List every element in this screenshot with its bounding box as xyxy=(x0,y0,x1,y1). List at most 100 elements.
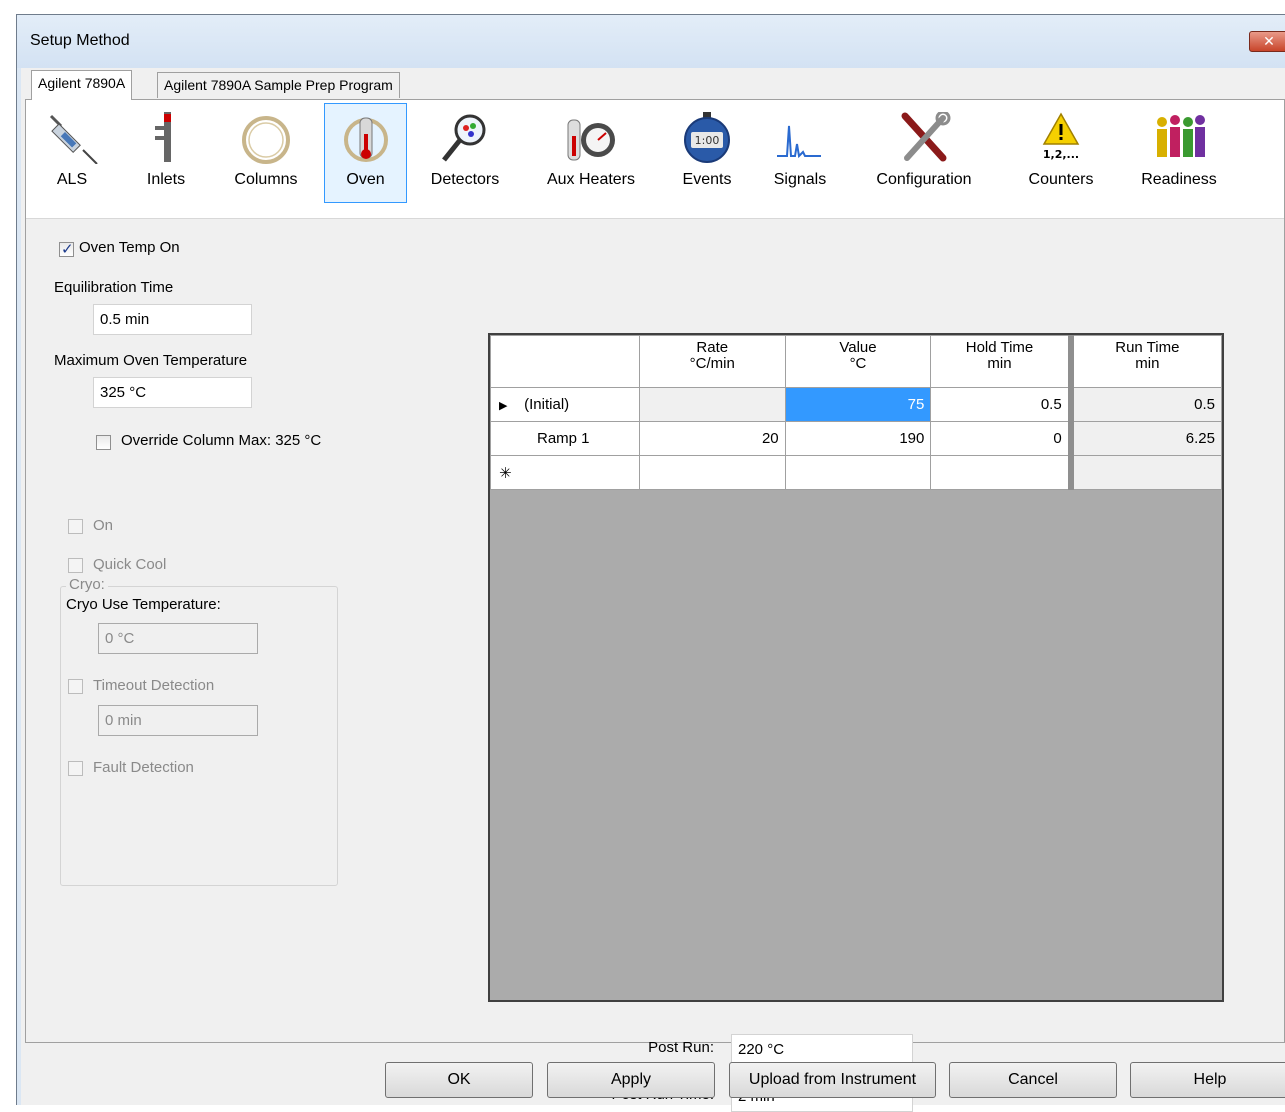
new-row-icon: ✳ xyxy=(499,464,512,482)
table-row[interactable]: ▶ (Initial) 75 0.5 0.5 xyxy=(490,387,1222,422)
table-row[interactable]: Ramp 1 20 190 0 6.25 xyxy=(490,421,1222,456)
title-bar[interactable]: Setup Method ✕ xyxy=(17,15,1285,68)
header-line1: Value xyxy=(839,339,877,356)
cryo-group-label: Cryo: xyxy=(66,576,108,593)
toolbar-signals-button[interactable]: Signals xyxy=(760,103,840,203)
table-row-new[interactable]: ✳ xyxy=(490,455,1222,490)
override-column-max-label: Override Column Max: 325 °C xyxy=(121,432,322,449)
warning-counter-icon: 1,2,... xyxy=(1042,112,1080,161)
toolbar-inlets-button[interactable]: Inlets xyxy=(121,103,211,203)
header-line1: Hold Time xyxy=(965,339,1034,356)
timeout-detection-checkbox[interactable] xyxy=(68,679,83,694)
counter-text: 1,2,... xyxy=(1043,148,1079,161)
toolbar-label: Readiness xyxy=(1141,171,1217,188)
upload-from-instrument-button[interactable]: Upload from Instrument xyxy=(729,1062,936,1098)
run-time-header[interactable]: Run Time min xyxy=(1067,335,1222,388)
row-label: Ramp 1 xyxy=(537,430,590,447)
syringe-icon xyxy=(49,114,98,164)
rate-cell[interactable]: 20 xyxy=(638,421,786,456)
rate-cell[interactable] xyxy=(638,455,786,490)
toolbar-events-button[interactable]: 1:00 Events xyxy=(666,103,748,203)
fault-detection-checkbox[interactable] xyxy=(68,761,83,776)
toolbar-configuration-button[interactable]: Configuration xyxy=(856,103,992,203)
oven-temp-on-label: Oven Temp On xyxy=(79,239,180,256)
ramp-table: Rate °C/min Value °C Hold Time min Run Time… xyxy=(490,335,1222,490)
stopwatch-text: 1:00 xyxy=(695,134,720,147)
tab-sample-prep-program[interactable]: Agilent 7890A Sample Prep Program xyxy=(157,72,400,98)
toolbar-label: Events xyxy=(682,171,732,188)
value-cell[interactable]: 75 xyxy=(784,387,932,422)
max-oven-temp-input[interactable]: 325 °C xyxy=(93,377,252,408)
toolbar-label: Columns xyxy=(234,171,298,188)
oven-temp-on-checkbox[interactable] xyxy=(59,240,74,258)
timeout-detection-input[interactable]: 0 min xyxy=(98,705,258,736)
toolbar-detectors-button[interactable]: Detectors xyxy=(420,103,510,203)
cryo-on-checkbox[interactable] xyxy=(68,519,83,534)
toolbar-label: ALS xyxy=(56,171,88,188)
column-coil-icon xyxy=(242,116,290,164)
equilibration-time-label: Equilibration Time xyxy=(54,279,174,296)
ramp-table-header: Rate °C/min Value °C Hold Time min Run Time… xyxy=(490,335,1222,388)
header-line1: Run Time xyxy=(1115,339,1180,356)
current-row-indicator: ▶ xyxy=(499,400,508,412)
header-line1: Rate xyxy=(696,339,729,356)
hold-time-header[interactable]: Hold Time min xyxy=(930,335,1072,388)
window-title: Setup Method xyxy=(30,32,130,49)
override-column-max-checkbox[interactable] xyxy=(96,435,111,450)
toolbar-counters-button[interactable]: 1,2,... Counters xyxy=(1016,103,1106,203)
toolbar-als-button[interactable]: ALS xyxy=(30,103,114,203)
hold-time-cell[interactable] xyxy=(930,455,1072,490)
toolbar-readiness-button[interactable]: Readiness xyxy=(1126,103,1232,203)
value-cell[interactable] xyxy=(784,455,932,490)
ok-button[interactable]: OK xyxy=(385,1062,533,1098)
value-header[interactable]: Value °C xyxy=(784,335,932,388)
oven-thermometer-icon xyxy=(343,117,388,162)
apply-button[interactable]: Apply xyxy=(547,1062,715,1098)
tab-panel: ALS Inlets Columns Oven Detectors Aux He… xyxy=(25,99,1285,1112)
hold-time-cell[interactable]: 0 xyxy=(930,421,1072,456)
hold-time-cell[interactable]: 0.5 xyxy=(930,387,1072,422)
cryo-use-temp-input[interactable]: 0 °C xyxy=(98,623,258,654)
close-button[interactable]: ✕ xyxy=(1249,31,1285,52)
equilibration-time-input[interactable]: 0.5 min xyxy=(93,304,252,335)
row-header[interactable]: Ramp 1 xyxy=(490,421,640,456)
corner-header xyxy=(490,335,640,388)
toolbar-label: Configuration xyxy=(876,171,972,188)
row-header[interactable]: ▶ (Initial) xyxy=(490,387,640,422)
oven-ramp-grid: Rate °C/min Value °C Hold Time min Run Time… xyxy=(488,333,1224,1002)
header-line2: min xyxy=(987,355,1012,372)
quick-cool-label: Quick Cool xyxy=(93,556,167,573)
header-line2: min xyxy=(1135,355,1160,372)
row-header[interactable]: ✳ xyxy=(490,455,640,490)
toolbar-label: Inlets xyxy=(146,171,186,188)
toolbar-columns-button[interactable]: Columns xyxy=(218,103,314,203)
toolbar-label: Oven xyxy=(346,171,385,188)
wrench-screwdriver-icon xyxy=(901,112,951,162)
dialog-client-area: Agilent 7890A Agilent 7890A Sample Prep … xyxy=(21,68,1285,1112)
cryo-on-label: On xyxy=(93,517,114,534)
row-label: (Initial) xyxy=(524,396,570,413)
stopwatch-icon: 1:00 xyxy=(684,112,730,163)
toolbar-label: Counters xyxy=(1028,171,1094,188)
toolbar-oven-button[interactable]: Oven xyxy=(324,103,407,203)
header-line2: °C/min xyxy=(689,355,735,372)
help-button[interactable]: Help xyxy=(1130,1062,1285,1098)
setup-method-window: Setup Method ✕ Agilent 7890A Agilent 789… xyxy=(16,14,1285,1112)
detector-magnifier-icon xyxy=(442,114,486,162)
oven-settings-panel: Oven Temp On Equilibration Time 0.5 min … xyxy=(26,219,1284,1112)
post-run-label: Post Run: xyxy=(648,1039,714,1056)
run-time-cell: 0.5 xyxy=(1067,387,1222,422)
tab-agilent-7890a[interactable]: Agilent 7890A xyxy=(31,70,133,100)
toolbar-label: Signals xyxy=(773,171,827,188)
timeout-detection-label: Timeout Detection xyxy=(93,677,215,694)
rate-header[interactable]: Rate °C/min xyxy=(638,335,786,388)
quick-cool-checkbox[interactable] xyxy=(68,558,83,573)
value-cell[interactable]: 190 xyxy=(784,421,932,456)
people-readiness-icon xyxy=(1157,115,1205,157)
run-time-cell xyxy=(1067,455,1222,490)
header-line2: °C xyxy=(849,355,867,372)
post-run-input[interactable]: 220 °C xyxy=(731,1034,913,1065)
toolbar-aux-heaters-button[interactable]: Aux Heaters xyxy=(532,103,650,203)
cancel-button[interactable]: Cancel xyxy=(949,1062,1117,1098)
module-toolbar: ALS Inlets Columns Oven Detectors Aux He… xyxy=(26,100,1284,215)
